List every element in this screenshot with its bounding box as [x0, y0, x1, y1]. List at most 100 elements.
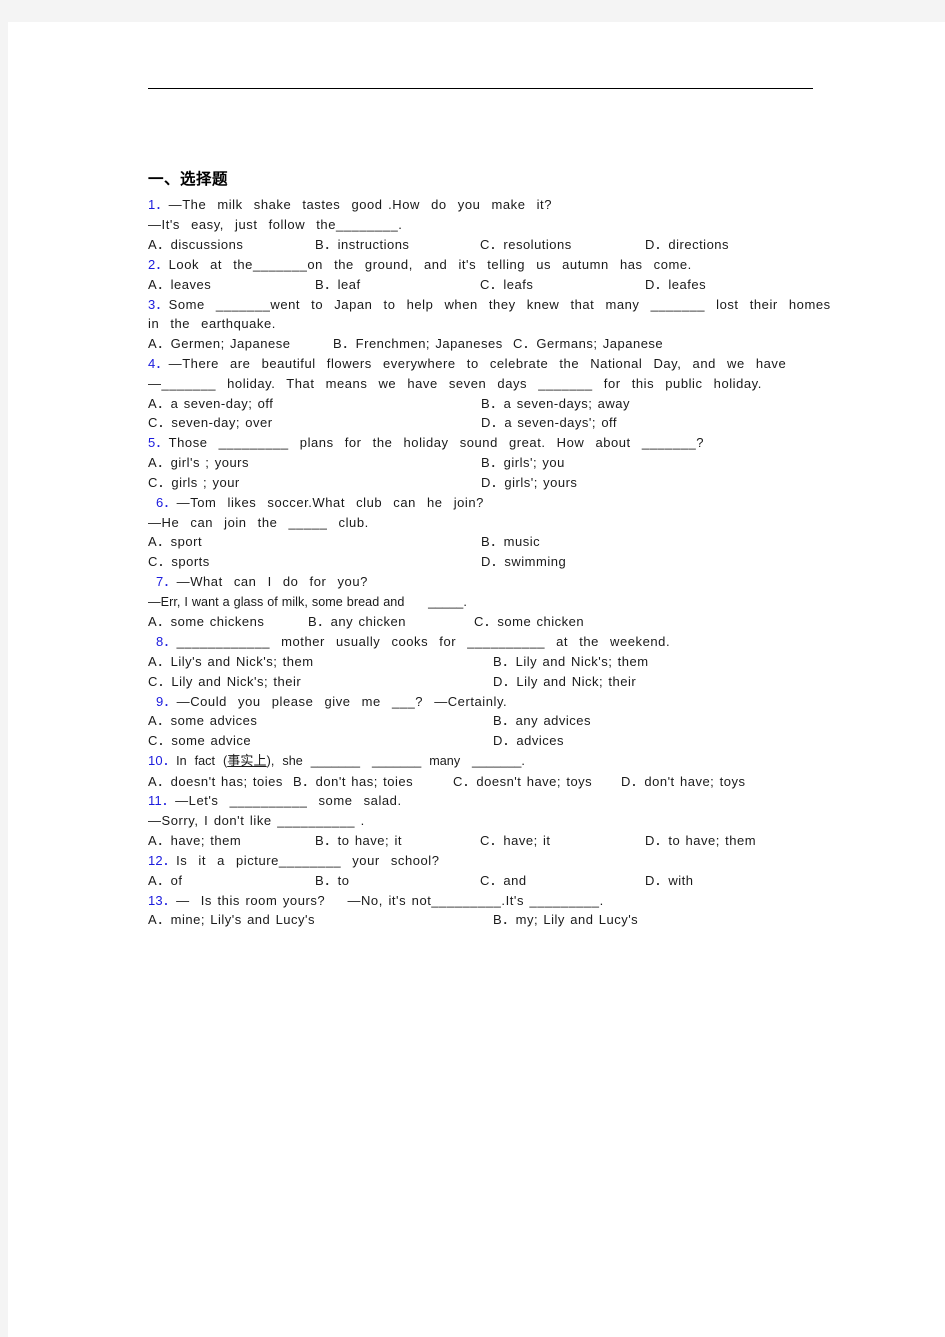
answer-option[interactable]: C．and: [480, 874, 645, 888]
answer-option[interactable]: C．some chicken: [474, 615, 649, 629]
question-stem-text: —He can join the _____ club.: [148, 514, 369, 530]
option-row: A．girl's ; yours B．girls'; you: [148, 456, 848, 476]
option-row: A．Lily's and Nick's; them B．Lily and Nick…: [148, 655, 848, 675]
answer-option[interactable]: A．a seven-day; off: [148, 397, 481, 411]
question-stem-text: In fact (: [176, 754, 228, 769]
question-stem-text: in the earthquake.: [148, 316, 276, 332]
question-stem-text: — Is this room yours? —No, it's not_____…: [176, 892, 604, 908]
answer-option[interactable]: C．girls ; your: [148, 476, 481, 490]
answer-option[interactable]: B．any chicken: [308, 615, 474, 629]
option-row: A．sport B．music: [148, 535, 848, 555]
answer-option[interactable]: B．Lily and Nick's; them: [493, 655, 848, 669]
question-stem-text: Those _________ plans for the holiday so…: [168, 435, 705, 451]
answer-option[interactable]: A．some advices: [148, 714, 493, 728]
question-stem-text: Some _______went to Japan to help when t…: [168, 296, 831, 312]
question-line: —Err, I want a glass of milk, some bread…: [148, 595, 848, 615]
option-row: A．of B．to C．and D．with: [148, 874, 848, 894]
answer-option[interactable]: A．doesn't has; toies: [148, 774, 293, 789]
question-number: 8．: [156, 634, 177, 650]
question-stem-text: ), she _______ _______ many _______.: [266, 754, 525, 769]
question-number: 4．: [148, 356, 169, 371]
answer-option[interactable]: A．have; them: [148, 834, 315, 848]
question-stem-text: —The milk shake tastes good .How do you …: [168, 197, 552, 213]
answer-option[interactable]: C．seven-day; over: [148, 416, 481, 430]
question-line: 5．Those _________ plans for the holiday …: [148, 436, 848, 456]
question-stem-text: Is it a picture________ your school?: [176, 852, 440, 868]
question-number: 10．: [148, 753, 177, 769]
question-line: 9．—Could you please give me ___? —Certai…: [148, 693, 848, 715]
answer-option[interactable]: D．girls'; yours: [481, 476, 848, 490]
answer-option[interactable]: A．Lily's and Nick's; them: [148, 655, 493, 669]
answer-option[interactable]: B．music: [481, 535, 848, 549]
question-number: 13．: [148, 892, 177, 908]
answer-option[interactable]: C．some advice: [148, 734, 493, 748]
answer-option[interactable]: B．any advices: [493, 714, 848, 728]
answer-option[interactable]: C．have; it: [480, 834, 645, 848]
question-stem-text: —What can I do for you?: [176, 574, 368, 590]
answer-option[interactable]: D．directions: [645, 238, 848, 252]
option-row: C．some advice D．advices: [148, 734, 848, 754]
header-divider-rule: [148, 88, 813, 89]
question-line: —It's easy, just follow the________.: [148, 218, 848, 238]
answer-option[interactable]: C．leafs: [480, 278, 645, 292]
answer-option[interactable]: B．Frenchmen; Japaneses: [333, 337, 513, 351]
question-number: 12．: [148, 852, 177, 868]
question-line: 13．— Is this room yours? —No, it's not__…: [148, 892, 848, 914]
answer-option[interactable]: D．Lily and Nick; their: [493, 675, 848, 689]
answer-option[interactable]: A．sport: [148, 535, 481, 549]
answer-option[interactable]: A．mine; Lily's and Lucy's: [148, 913, 493, 927]
answer-option[interactable]: A．leaves: [148, 278, 315, 292]
answer-option[interactable]: C．Lily and Nick's; their: [148, 675, 493, 689]
answer-option[interactable]: A．discussions: [148, 238, 315, 252]
question-stem-text: —Could you please give me ___? —Certainl…: [176, 693, 508, 709]
answer-option[interactable]: D．advices: [493, 734, 848, 748]
answer-option[interactable]: B．leaf: [315, 278, 480, 292]
option-row: A．Germen; Japanese B．Frenchmen; Japaneses…: [148, 337, 848, 357]
question-number: 1．: [148, 197, 169, 213]
answer-option[interactable]: D．to have; them: [645, 834, 848, 848]
answer-option[interactable]: A．girl's ; yours: [148, 456, 481, 470]
answer-option[interactable]: D．a seven-days'; off: [481, 416, 848, 430]
question-line: 4．—There are beautiful flowers everywher…: [148, 357, 848, 377]
answer-option[interactable]: D．swimming: [481, 555, 848, 569]
question-stem-text: —Let's __________ some salad.: [175, 793, 402, 809]
question-line: 6．—Tom likes soccer.What club can he joi…: [148, 494, 848, 516]
answer-option[interactable]: A．of: [148, 874, 315, 888]
option-row: C．seven-day; over D．a seven-days'; off: [148, 416, 848, 436]
answer-option[interactable]: C．doesn't have; toys: [453, 774, 621, 789]
answer-option[interactable]: A．Germen; Japanese: [148, 337, 333, 351]
answer-option[interactable]: C．sports: [148, 555, 481, 569]
answer-option[interactable]: D．don't have; toys: [621, 774, 848, 789]
option-row: A．doesn't has; toies B．don't has; toies C．…: [148, 774, 848, 795]
option-row: A．have; them B．to have; it C．have; it D．to …: [148, 834, 848, 854]
question-number: 3．: [148, 296, 169, 312]
question-list: 1．—The milk shake tastes good .How do yo…: [148, 198, 848, 933]
answer-option[interactable]: B．to have; it: [315, 834, 480, 848]
answer-option[interactable]: A．some chickens: [148, 615, 308, 629]
answer-option[interactable]: B．to: [315, 874, 480, 888]
question-number: 7．: [156, 574, 177, 590]
answer-option[interactable]: D．leafes: [645, 278, 848, 292]
question-stem-text: —Tom likes soccer.What club can he join?: [176, 494, 484, 510]
answer-option[interactable]: B．my; Lily and Lucy's: [493, 913, 848, 927]
question-line: 8．____________ mother usually cooks for …: [148, 635, 848, 655]
question-stem-text: —_______ holiday. That means we have sev…: [148, 375, 762, 391]
question-line: 7．—What can I do for you?: [148, 575, 848, 595]
option-row: A．discussions B．instructions C．resolutions…: [148, 238, 848, 258]
answer-option[interactable]: B．a seven-days; away: [481, 397, 848, 411]
option-row: C．Lily and Nick's; their D．Lily and Nick;…: [148, 675, 848, 695]
option-row: A．some advices B．any advices: [148, 714, 848, 734]
answer-option[interactable]: C．Germans; Japanese: [513, 337, 848, 351]
question-line: —Sorry, I don't like __________ .: [148, 814, 848, 834]
answer-option[interactable]: D．with: [645, 874, 848, 888]
question-number: 9．: [156, 693, 177, 709]
answer-option[interactable]: C．resolutions: [480, 238, 645, 252]
answer-option[interactable]: B．don't has; toies: [293, 774, 453, 789]
question-number: 5．: [148, 435, 169, 451]
answer-option[interactable]: B．girls'; you: [481, 456, 848, 470]
document-page: 一、选择题 1．—The milk shake tastes good .How…: [8, 22, 945, 1337]
question-line: —_______ holiday. That means we have sev…: [148, 377, 848, 397]
option-row: C．sports D．swimming: [148, 555, 848, 575]
option-row: C．girls ; your D．girls'; yours: [148, 476, 848, 496]
answer-option[interactable]: B．instructions: [315, 238, 480, 252]
